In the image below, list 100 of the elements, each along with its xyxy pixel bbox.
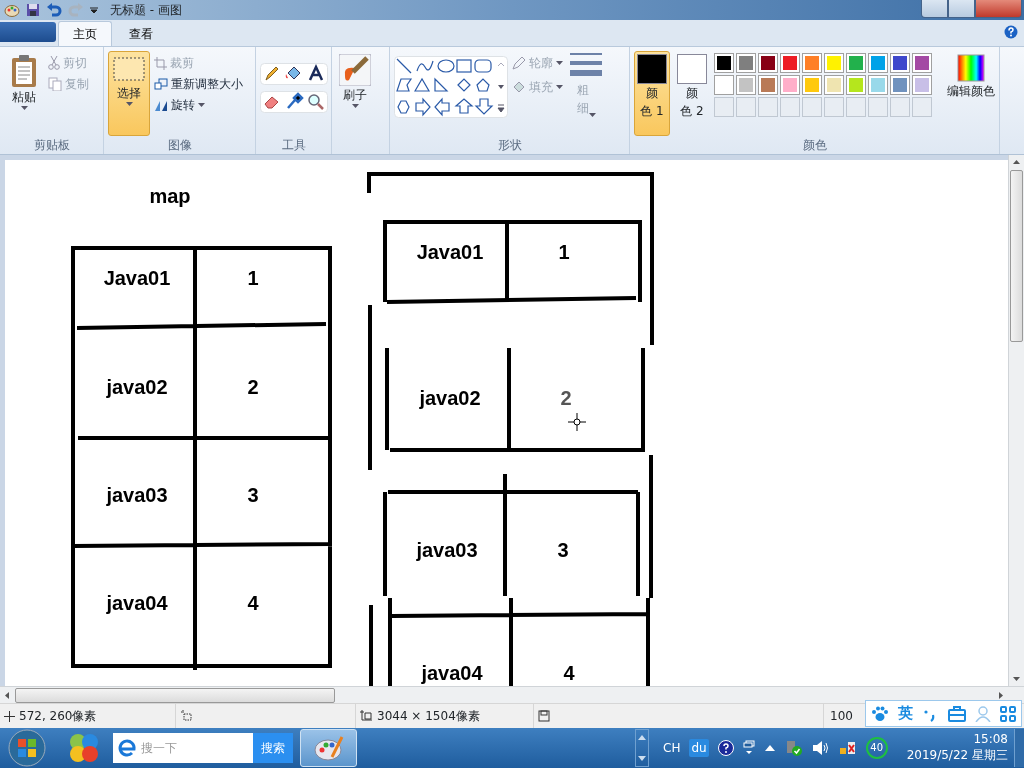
primary-color-button[interactable]: 颜 色 1: [634, 51, 670, 136]
ime-tray-icon[interactable]: du: [689, 739, 709, 757]
brushes-button[interactable]: 刷子: [336, 51, 374, 136]
empty-swatch[interactable]: [780, 97, 800, 117]
paste-button[interactable]: 粘贴: [4, 51, 44, 136]
color-swatch: [637, 54, 667, 84]
taskbar-paint-button[interactable]: [300, 729, 357, 767]
speaker-icon[interactable]: [811, 740, 830, 756]
show-desktop-button[interactable]: [1014, 729, 1024, 767]
cell-text: 4: [563, 662, 575, 684]
color-label: 颜: [685, 85, 699, 102]
dropdown-arrow-icon[interactable]: [90, 6, 98, 14]
cell-text: java02: [419, 387, 481, 409]
cell-text: 2: [560, 387, 572, 409]
start-button-icon[interactable]: [8, 729, 46, 767]
empty-swatch[interactable]: [714, 97, 734, 117]
minimize-button[interactable]: [921, 0, 948, 18]
palette-swatch[interactable]: [868, 53, 888, 73]
palette-swatch[interactable]: [846, 75, 866, 95]
empty-swatch[interactable]: [736, 97, 756, 117]
palette-swatch[interactable]: [758, 53, 778, 73]
network-icon[interactable]: [838, 740, 857, 756]
palette-swatch[interactable]: [802, 75, 822, 95]
group-label: 工具: [280, 137, 307, 154]
palette-swatch[interactable]: [714, 53, 734, 73]
empty-swatch[interactable]: [824, 97, 844, 117]
image-size: 3044 × 1504像素: [377, 708, 480, 725]
cell-text: Java01: [103, 267, 171, 289]
palette-swatch[interactable]: [780, 75, 800, 95]
ribbon-tab[interactable]: 主页: [58, 21, 112, 46]
cell-text: 1: [247, 267, 259, 289]
palette-swatch[interactable]: [736, 75, 756, 95]
caret-icon: [556, 85, 563, 89]
palette-swatch[interactable]: [912, 75, 932, 95]
taskbar-scroll-button[interactable]: [635, 729, 649, 767]
color-label: 色 2: [680, 103, 704, 120]
ribbon-tab[interactable]: 查看: [114, 21, 168, 46]
window-title: 无标题 - 画图: [110, 2, 182, 19]
rotate-button[interactable]: 旋转: [171, 96, 195, 114]
cell-text: java04: [421, 662, 483, 684]
caret-icon: [556, 61, 563, 65]
palette-swatch[interactable]: [890, 75, 910, 95]
cell-text: java03: [106, 484, 168, 506]
palette-swatch[interactable]: [868, 75, 888, 95]
empty-swatch[interactable]: [758, 97, 778, 117]
group-label: 剪贴板: [32, 137, 71, 154]
show-hidden-icons-icon[interactable]: [763, 744, 776, 752]
palette-swatch[interactable]: [736, 53, 756, 73]
palette-swatch[interactable]: [714, 75, 734, 95]
palette-swatch[interactable]: [824, 75, 844, 95]
group-label: 图像: [166, 137, 193, 154]
input-mode-button[interactable]: 英: [898, 702, 913, 725]
help-icon[interactable]: [717, 740, 734, 756]
cell-text: 2: [247, 376, 259, 398]
scrollbar-thumb[interactable]: [15, 687, 335, 703]
empty-swatch[interactable]: [846, 97, 866, 117]
clock-time[interactable]: 15:08: [973, 732, 1008, 748]
drawing-canvas[interactable]: map Java01 1 java02 2 java03 3 java04 4 Java01 1 java02 2 java03 3 java04 4: [5, 160, 1008, 686]
palette-swatch[interactable]: [824, 53, 844, 73]
selection-icon: [112, 54, 146, 84]
toolbox-icon[interactable]: [947, 705, 966, 722]
close-button[interactable]: [975, 0, 1022, 18]
empty-swatch[interactable]: [912, 97, 932, 117]
undo-icon[interactable]: [46, 3, 62, 17]
secondary-color-button[interactable]: 颜 色 2: [674, 51, 710, 136]
save-icon[interactable]: [26, 3, 40, 17]
language-indicator[interactable]: CH: [663, 739, 681, 757]
palette-swatch[interactable]: [912, 53, 932, 73]
clock-date[interactable]: 2019/5/22 星期三: [906, 748, 1008, 764]
search-button[interactable]: 搜索: [253, 733, 293, 763]
scissors-icon: [48, 56, 60, 70]
palette-swatch[interactable]: [758, 75, 778, 95]
color-swatch: [677, 54, 707, 84]
edit-colors-button[interactable]: 编辑颜色: [944, 51, 998, 136]
empty-swatch[interactable]: [890, 97, 910, 117]
app-icon[interactable]: [68, 732, 100, 764]
palette-swatch[interactable]: [846, 53, 866, 73]
cursor-position: 572, 260像素: [19, 708, 97, 725]
empty-swatch[interactable]: [868, 97, 888, 117]
usb-device-icon[interactable]: [784, 739, 803, 757]
paw-icon[interactable]: [870, 704, 889, 723]
help-icon[interactable]: [1004, 24, 1018, 39]
paint-palette-icon: [313, 735, 344, 761]
down-arrow-icon: [636, 756, 648, 762]
caret-icon: [125, 102, 133, 106]
empty-swatch[interactable]: [802, 97, 822, 117]
speed-badge[interactable]: 40: [865, 737, 888, 759]
palette-swatch[interactable]: [890, 53, 910, 73]
select-button[interactable]: 选择: [108, 51, 150, 136]
color-label: 颜: [645, 85, 659, 102]
resize-button[interactable]: 重新调整大小: [171, 75, 243, 93]
search-field[interactable]: 搜一下: [113, 733, 253, 763]
grid-icon[interactable]: [1000, 705, 1017, 722]
palette-swatch[interactable]: [802, 53, 822, 73]
maximize-button[interactable]: [948, 0, 975, 18]
scrollbar-thumb[interactable]: [1010, 170, 1023, 342]
palette-swatch[interactable]: [780, 53, 800, 73]
cell-text: 3: [557, 539, 569, 561]
caret-icon: [198, 103, 205, 107]
cell-text: java03: [416, 539, 478, 561]
